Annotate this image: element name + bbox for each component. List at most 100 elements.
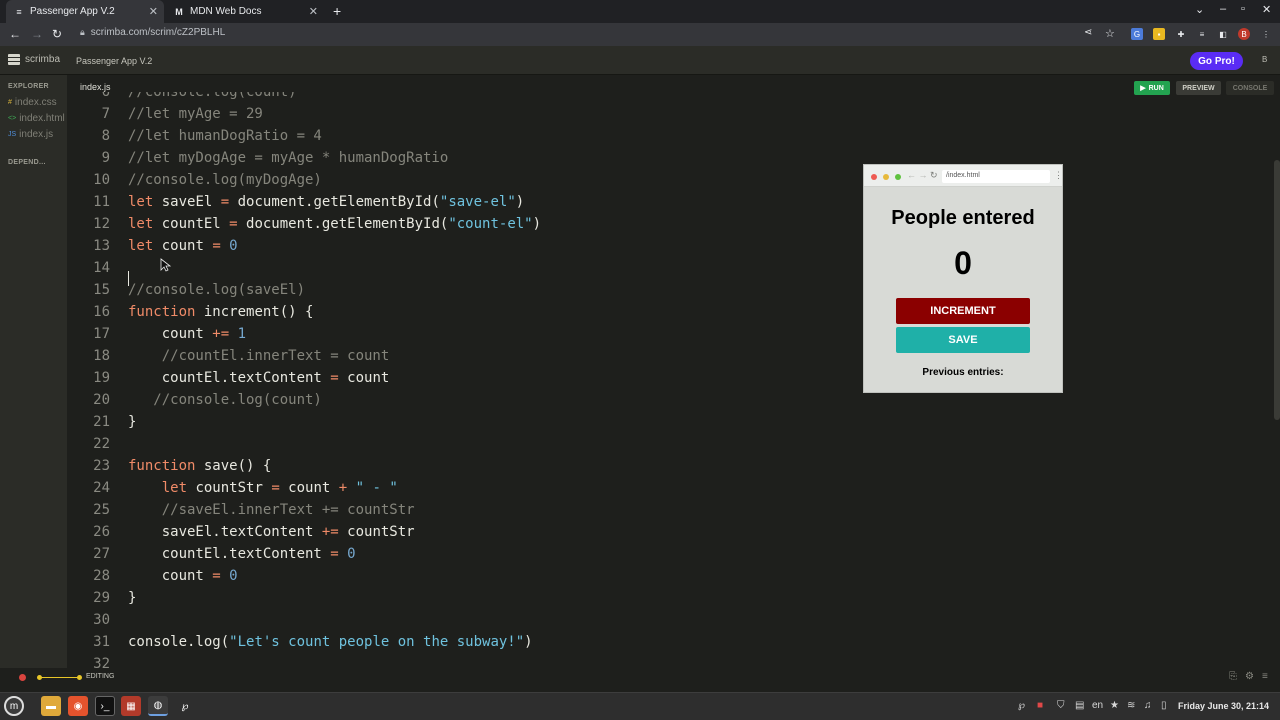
- firefox-icon[interactable]: ◉: [68, 696, 88, 716]
- tab-search-icon[interactable]: ⌄: [1195, 3, 1204, 16]
- tray-app-icon[interactable]: ℘: [1018, 700, 1025, 711]
- close-tab-icon[interactable]: ✕: [309, 5, 318, 18]
- preview-reload-icon[interactable]: ↻: [930, 170, 938, 181]
- app-pen-icon[interactable]: ℘: [175, 696, 195, 716]
- file-index-css[interactable]: # index.css: [8, 97, 66, 108]
- code-line[interactable]: 13 let count = 0: [67, 235, 1257, 257]
- reading-list-icon[interactable]: ≡: [1196, 28, 1208, 40]
- code-line[interactable]: 31 console.log("Let's count people on the…: [67, 631, 1257, 653]
- brick-app-icon[interactable]: ▦: [121, 696, 141, 716]
- code-line[interactable]: 25 //saveEl.innerText += countStr: [67, 499, 1257, 521]
- bookmark-icon[interactable]: ⎘: [1229, 671, 1237, 682]
- settings-gear-icon[interactable]: ⚙: [1245, 671, 1254, 682]
- timeline-track[interactable]: [38, 677, 81, 678]
- url-field[interactable]: 🔒︎ scrimba.com/scrim/cZ2PBLHL: [80, 27, 225, 38]
- close-tab-icon[interactable]: ✕: [149, 5, 158, 18]
- code-area[interactable]: 6 //console.log(count) 7 //let myAge = 29 8 /…: [67, 92, 1257, 676]
- code-line[interactable]: 6 //console.log(count): [67, 92, 1257, 103]
- battery-icon[interactable]: ▯: [1161, 700, 1167, 711]
- reload-icon[interactable]: ↻: [52, 27, 62, 41]
- timeline-playhead[interactable]: [77, 675, 82, 680]
- code-line[interactable]: 29}: [67, 587, 1257, 609]
- code-token: increment() {: [195, 304, 314, 320]
- tab-passenger-app[interactable]: ≡ Passenger App V.2 ✕: [6, 0, 164, 23]
- line-content: //console.log(saveEl): [128, 279, 305, 301]
- code-token: +=: [212, 326, 230, 342]
- extensions-puzzle-icon[interactable]: ✚: [1175, 28, 1187, 40]
- preview-nav-arrows-icon[interactable]: ← →: [907, 170, 928, 180]
- code-line[interactable]: 12 let countEl = document.getElementById(…: [67, 213, 1257, 235]
- code-line[interactable]: 21}: [67, 411, 1257, 433]
- editor-tab-index-js[interactable]: index.js: [80, 82, 111, 92]
- dependencies-heading[interactable]: DEPEND...: [8, 159, 46, 166]
- tray-star-icon[interactable]: ★: [1110, 700, 1119, 711]
- code-line[interactable]: 15 //console.log(saveEl): [67, 279, 1257, 301]
- file-index-html[interactable]: <> index.html: [8, 113, 66, 124]
- music-icon[interactable]: ♫: [1144, 700, 1152, 711]
- profile-avatar[interactable]: B: [1238, 28, 1250, 40]
- code-line[interactable]: 14: [67, 257, 1257, 279]
- user-avatar[interactable]: B: [1262, 55, 1276, 68]
- code-line[interactable]: 18 //countEl.innerText = count: [67, 345, 1257, 367]
- preview-url-field[interactable]: /index.html: [942, 170, 1050, 183]
- code-line[interactable]: 26 saveEl.textContent += countStr: [67, 521, 1257, 543]
- forward-icon[interactable]: →: [31, 27, 43, 41]
- tray-network-icon[interactable]: ▤: [1075, 700, 1084, 711]
- file-index-js[interactable]: JS index.js: [8, 129, 66, 140]
- wifi-icon[interactable]: ≋: [1127, 700, 1135, 711]
- code-line[interactable]: 30: [67, 609, 1257, 631]
- minimize-icon[interactable]: –: [1220, 3, 1226, 15]
- chrome-icon[interactable]: ◍: [148, 696, 168, 716]
- code-line[interactable]: 17 count += 1: [67, 323, 1257, 345]
- code-line[interactable]: 16 function increment() {: [67, 301, 1257, 323]
- preview-menu-icon[interactable]: ⋮: [1054, 170, 1063, 181]
- code-line[interactable]: 9 //let myDogAge = myAge * humanDogRatio: [67, 147, 1257, 169]
- bookmark-star-icon[interactable]: ☆: [1105, 27, 1115, 40]
- code-line[interactable]: 7 //let myAge = 29: [67, 103, 1257, 125]
- tab-mdn[interactable]: M MDN Web Docs ✕: [166, 0, 324, 23]
- code-token: =: [330, 370, 339, 386]
- code-line[interactable]: 24 let countStr = count + " - ": [67, 477, 1257, 499]
- play-icon: ▶: [1140, 85, 1146, 92]
- minimize-dot[interactable]: [883, 174, 889, 180]
- browser-menu-icon[interactable]: ⋮: [1260, 28, 1272, 40]
- close-window-icon[interactable]: ✕: [1262, 3, 1271, 16]
- mint-menu-icon[interactable]: m: [4, 696, 24, 716]
- code-line[interactable]: 10 //console.log(myDogAge): [67, 169, 1257, 191]
- tray-shield-icon[interactable]: ⛉: [1057, 700, 1065, 711]
- maximize-icon[interactable]: ▫: [1241, 3, 1245, 15]
- line-content: function increment() {: [128, 301, 313, 323]
- tray-camera-icon[interactable]: ■: [1037, 700, 1043, 711]
- browser-tab-bar: ≡ Passenger App V.2 ✕ M MDN Web Docs ✕ +…: [0, 0, 1280, 23]
- code-line[interactable]: 22: [67, 433, 1257, 455]
- keyboard-language[interactable]: en: [1092, 700, 1103, 711]
- code-line[interactable]: 8 //let humanDogRatio = 4: [67, 125, 1257, 147]
- terminal-icon[interactable]: ›_: [95, 696, 115, 716]
- code-line[interactable]: 23 function save() {: [67, 455, 1257, 477]
- increment-button[interactable]: INCREMENT: [896, 298, 1030, 324]
- maximize-dot[interactable]: [895, 174, 901, 180]
- scrimba-logo[interactable]: scrimba: [8, 54, 60, 65]
- code-line[interactable]: 19 countEl.textContent = count: [67, 367, 1257, 389]
- code-token: ): [524, 634, 533, 650]
- files-folder-icon[interactable]: ▬: [41, 696, 61, 716]
- save-button[interactable]: SAVE: [896, 327, 1030, 353]
- notes-extension-icon[interactable]: ▪: [1153, 28, 1165, 40]
- back-icon[interactable]: ←: [9, 27, 21, 41]
- code-line[interactable]: 27 countEl.textContent = 0: [67, 543, 1257, 565]
- vertical-scrollbar[interactable]: [1274, 160, 1280, 420]
- code-line[interactable]: 28 count = 0: [67, 565, 1257, 587]
- translate-extension-icon[interactable]: G: [1131, 28, 1143, 40]
- clock[interactable]: Friday June 30, 21:14: [1178, 701, 1269, 711]
- code-token: =: [212, 238, 221, 254]
- go-pro-button[interactable]: Go Pro!: [1190, 52, 1243, 70]
- share-icon[interactable]: ⋖: [1084, 27, 1092, 38]
- record-icon[interactable]: [19, 674, 26, 681]
- close-dot[interactable]: [871, 174, 877, 180]
- side-panel-icon[interactable]: ◧: [1217, 28, 1229, 40]
- line-number: 21: [93, 414, 110, 430]
- code-line[interactable]: 11 let saveEl = document.getElementById("…: [67, 191, 1257, 213]
- new-tab-icon[interactable]: +: [333, 3, 341, 19]
- code-line[interactable]: 20 //console.log(count): [67, 389, 1257, 411]
- menu-lines-icon[interactable]: ≡: [1262, 671, 1268, 682]
